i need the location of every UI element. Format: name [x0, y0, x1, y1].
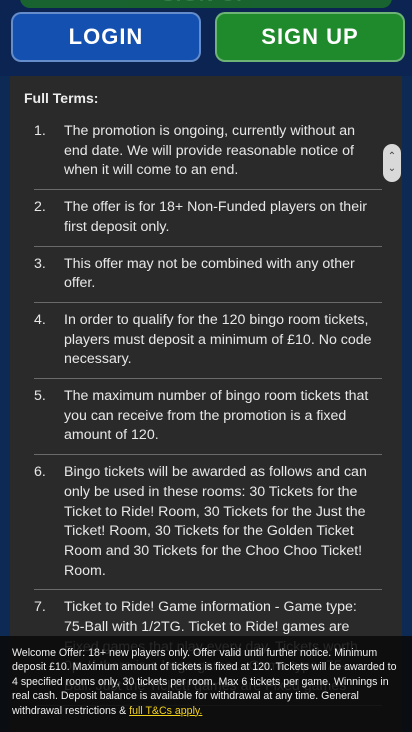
terms-list: 1. The promotion is ongoing, currently wi…: [24, 114, 388, 706]
terms-item-number: 1.: [34, 123, 46, 139]
disclaimer-text: Welcome Offer: 18+ new players only. Off…: [12, 647, 397, 717]
terms-item-text: This offer may not be combined with any …: [64, 255, 355, 292]
chevron-up-icon[interactable]: ⌃: [388, 151, 396, 163]
terms-item: 4. In order to qualify for the 120 bingo …: [34, 303, 382, 380]
terms-item: 5. The maximum number of bingo room ticke…: [34, 379, 382, 456]
terms-item-text: The promotion is ongoing, currently with…: [64, 123, 356, 179]
chevron-down-icon[interactable]: ⌄: [388, 163, 396, 175]
terms-item-number: 6.: [34, 464, 46, 481]
terms-title: Full Terms:: [24, 90, 99, 106]
terms-item-number: 2.: [34, 199, 46, 216]
offer-disclaimer-bar: Welcome Offer: 18+ new players only. Off…: [0, 636, 412, 732]
terms-item-number: 3.: [34, 255, 46, 272]
terms-item-text: The maximum number of bingo room tickets…: [64, 388, 369, 444]
login-button[interactable]: LOGIN: [11, 12, 201, 62]
terms-item: 1. The promotion is ongoing, currently wi…: [34, 114, 382, 191]
terms-panel[interactable]: Full Terms: 1. The promotion is ongoing, …: [10, 76, 402, 732]
terms-item-number: 4.: [34, 311, 46, 328]
top-bar: SIGN UP LOGIN SIGN UP: [0, 0, 412, 76]
signup-button[interactable]: SIGN UP: [215, 12, 405, 62]
terms-item: 2. The offer is for 18+ Non-Funded player…: [34, 190, 382, 247]
terms-item-text: Bingo tickets will be awarded as follows…: [64, 464, 367, 579]
terms-item-text: In order to qualify for the 120 bingo ro…: [64, 311, 372, 368]
terms-item-text: The offer is for 18+ Non-Funded players …: [64, 199, 367, 235]
full-tcs-link[interactable]: full T&Cs apply.: [129, 705, 202, 717]
sticky-signup-ghost: SIGN UP: [20, 0, 392, 8]
terms-item: 6. Bingo tickets will be awarded as follo…: [34, 455, 382, 591]
scroll-arrows-icon[interactable]: ⌃ ⌄: [383, 144, 401, 182]
terms-item: 3. This offer may not be combined with an…: [34, 247, 382, 303]
terms-item-number: 5.: [34, 388, 46, 405]
